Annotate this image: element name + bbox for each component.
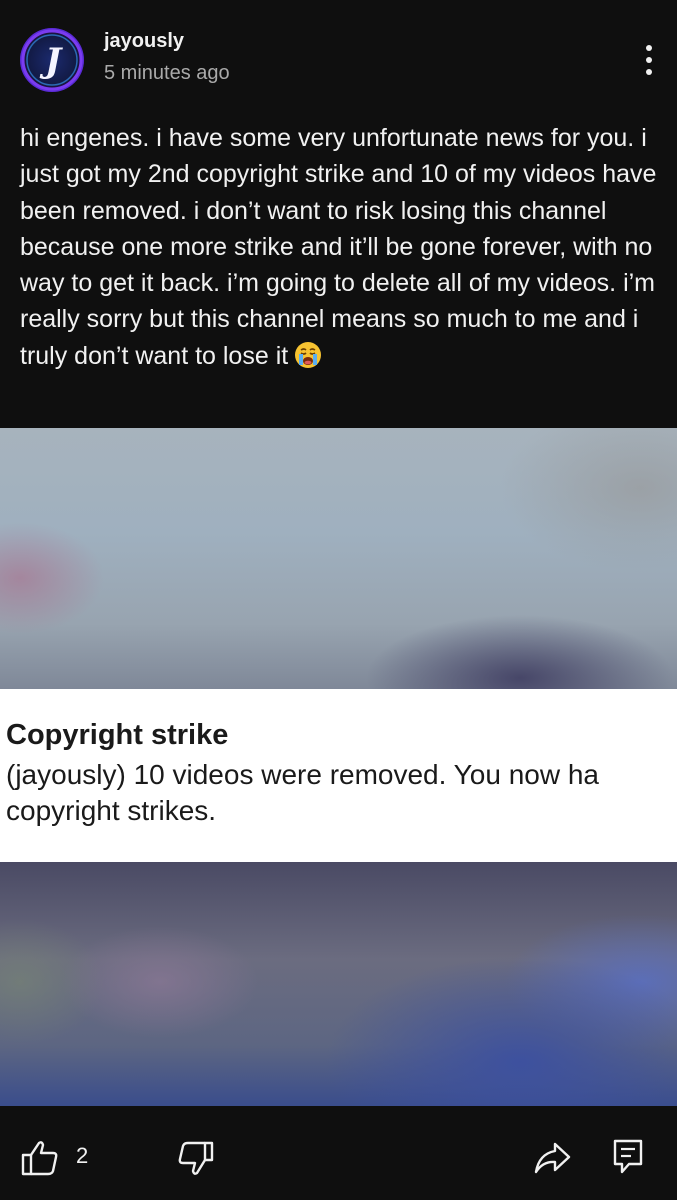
- comment-icon[interactable]: [612, 1138, 644, 1176]
- blurred-image-top: [0, 428, 677, 689]
- avatar-letter: J: [39, 41, 63, 81]
- post-action-bar: [0, 1106, 677, 1200]
- post-image-attachment[interactable]: Copyright strike (jayously) 10 videos we…: [0, 428, 677, 1106]
- channel-avatar[interactable]: J: [20, 28, 84, 92]
- copyright-notice-title: Copyright strike: [6, 719, 229, 751]
- like-count: 2: [76, 1143, 89, 1168]
- crying-face-emoji-icon: [294, 341, 322, 369]
- post-body-text: hi engenes. i have some very unfortunate…: [20, 124, 664, 370]
- thumbs-down-icon[interactable]: [176, 1140, 214, 1178]
- copyright-notice-body: (jayously) 10 videos were removed. You n…: [6, 759, 600, 826]
- post-body: hi engenes. i have some very unfortunate…: [20, 120, 660, 374]
- avatar-logo: J: [21, 29, 83, 91]
- post-header: J jayously 5 minutes ago: [0, 0, 677, 110]
- thumbs-up-icon[interactable]: [20, 1138, 60, 1178]
- copyright-notice: Copyright strike (jayously) 10 videos we…: [0, 689, 677, 862]
- blurred-image-bottom: [0, 862, 677, 1106]
- share-icon[interactable]: [533, 1141, 571, 1175]
- more-options-icon[interactable]: [639, 40, 659, 80]
- author-name[interactable]: jayously: [104, 30, 184, 53]
- post-timestamp: 5 minutes ago: [104, 62, 230, 84]
